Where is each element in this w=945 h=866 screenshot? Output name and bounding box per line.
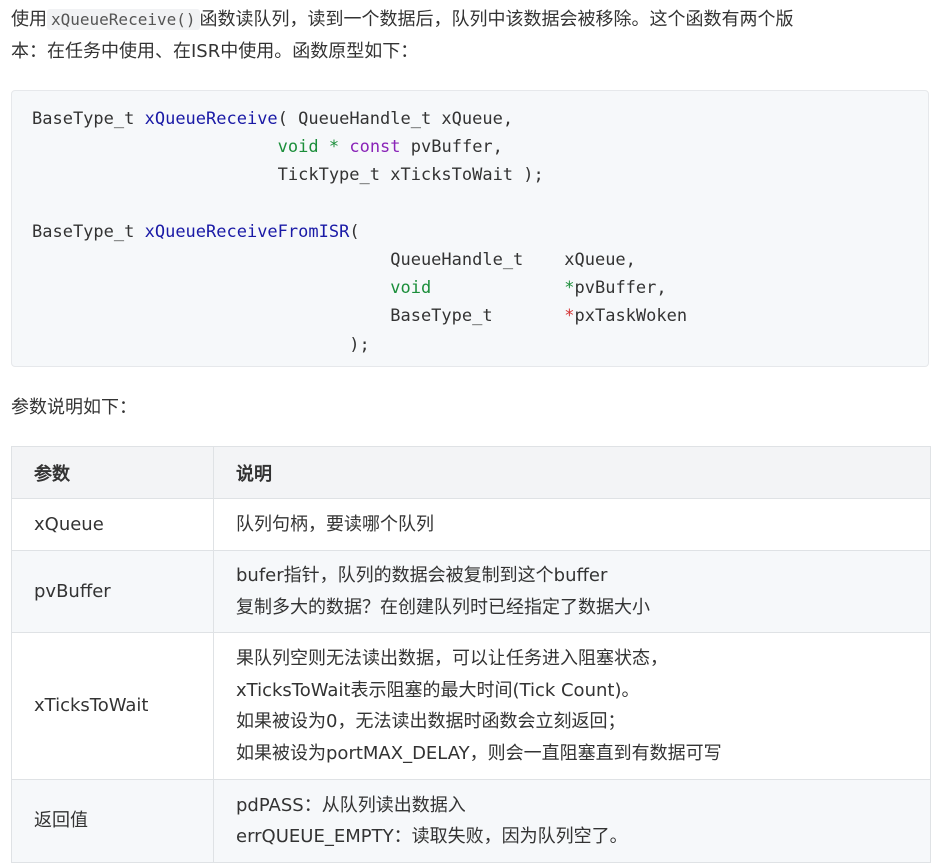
table-header-row: 参数 说明 [11, 446, 931, 499]
param-name: xQueue [11, 498, 214, 551]
desc-line: 如果被设为0，无法读出数据时函数会立刻返回； [236, 711, 626, 732]
code-keyword: void [277, 137, 319, 158]
params-heading: 参数说明如下： [11, 397, 137, 418]
code-qualifier: const [349, 137, 401, 158]
desc-line: errQUEUE_EMPTY：读取失败，因为队列空了。 [236, 826, 628, 847]
intro-prefix: 使用 [11, 9, 47, 30]
code-isr-arg-type: QueueHandle_t [390, 250, 524, 271]
code-isr-arg-name: xQueue, [564, 250, 636, 271]
desc-line: 如果被设为portMAX_DELAY，则会一直阻塞直到有数据可写 [236, 742, 722, 764]
code-function-name: xQueueReceive [144, 109, 278, 129]
param-desc: pdPASS：从队列读出数据入 errQUEUE_EMPTY：读取失败，因为队列… [213, 779, 931, 863]
params-table: 参数 说明 xQueue 队列句柄，要读哪个队列 pvBuffer bufer指… [11, 446, 931, 863]
code-block[interactable]: BaseType_t xQueueReceive( QueueHandle_t … [11, 90, 929, 367]
intro-paragraph: 使用 xQueueReceive() 函数读队列，读到一个数据后，队列中该数据会被移… [11, 4, 931, 68]
code-param-2: pvBuffer, [410, 137, 503, 158]
table-row: xTicksToWait 果队列空则无法读出数据，可以让任务进入阻塞状态， xT… [11, 632, 931, 780]
code-function-name: xQueueReceiveFromISR [144, 221, 350, 242]
desc-line: 复制多大的数据？在创建队列时已经指定了数据大小 [236, 596, 650, 618]
code-open-paren: ( [349, 221, 360, 242]
code-pointer: * [564, 278, 575, 299]
param-desc: bufer指针，队列的数据会被复制到这个buffer 复制多大的数据？在创建队列… [213, 550, 931, 633]
code-keyword: void [390, 278, 432, 299]
desc-line: 果队列空则无法读出数据，可以让任务进入阻塞状态， [236, 648, 668, 669]
code-param-3: TickType_t xTicksToWait ); [277, 165, 544, 186]
param-desc: 队列句柄，要读哪个队列 [213, 498, 931, 551]
code-close-paren: ); [349, 334, 370, 355]
header-param: 参数 [11, 446, 214, 499]
code-pointer: * [564, 306, 575, 327]
code-isr-arg-name: pvBuffer, [574, 278, 667, 299]
param-name: 返回值 [11, 779, 214, 863]
intro-line2-text: 本：在任务中使用、在ISR中使用。函数原型如下： [11, 41, 419, 62]
table-row: 返回值 pdPASS：从队列读出数据入 errQUEUE_EMPTY：读取失败，… [11, 779, 931, 863]
param-name: xTicksToWait [11, 632, 214, 780]
inline-code-function: xQueueReceive() [47, 9, 200, 30]
code-type: BaseType_t [32, 109, 135, 129]
code-pointer: * [328, 137, 340, 158]
code-isr-arg-name: pxTaskWoken [574, 306, 688, 327]
header-description: 说明 [213, 446, 931, 499]
desc-line: xTicksToWait表示阻塞的最大时间(Tick Count)。 [236, 679, 640, 701]
code-param-1: ( QueueHandle_t xQueue, [277, 109, 514, 129]
param-name: pvBuffer [11, 550, 214, 633]
code-listing: BaseType_t xQueueReceive( QueueHandle_t … [32, 105, 687, 359]
code-isr-arg-type: BaseType_t [390, 306, 493, 327]
param-desc: 果队列空则无法读出数据，可以让任务进入阻塞状态， xTicksToWait表示阻… [213, 632, 931, 780]
table-row: xQueue 队列句柄，要读哪个队列 [11, 498, 931, 551]
desc-line: 队列句柄，要读哪个队列 [236, 513, 434, 535]
desc-line: pdPASS：从队列读出数据入 [236, 794, 466, 816]
intro-line1-text: 函数读队列，读到一个数据后，队列中该数据会被移除。这个函数有两个版 [199, 9, 794, 30]
desc-line: bufer指针，队列的数据会被复制到这个buffer [236, 565, 608, 586]
table-row: pvBuffer bufer指针，队列的数据会被复制到这个buffer 复制多大… [11, 550, 931, 633]
code-type: BaseType_t [32, 221, 135, 242]
